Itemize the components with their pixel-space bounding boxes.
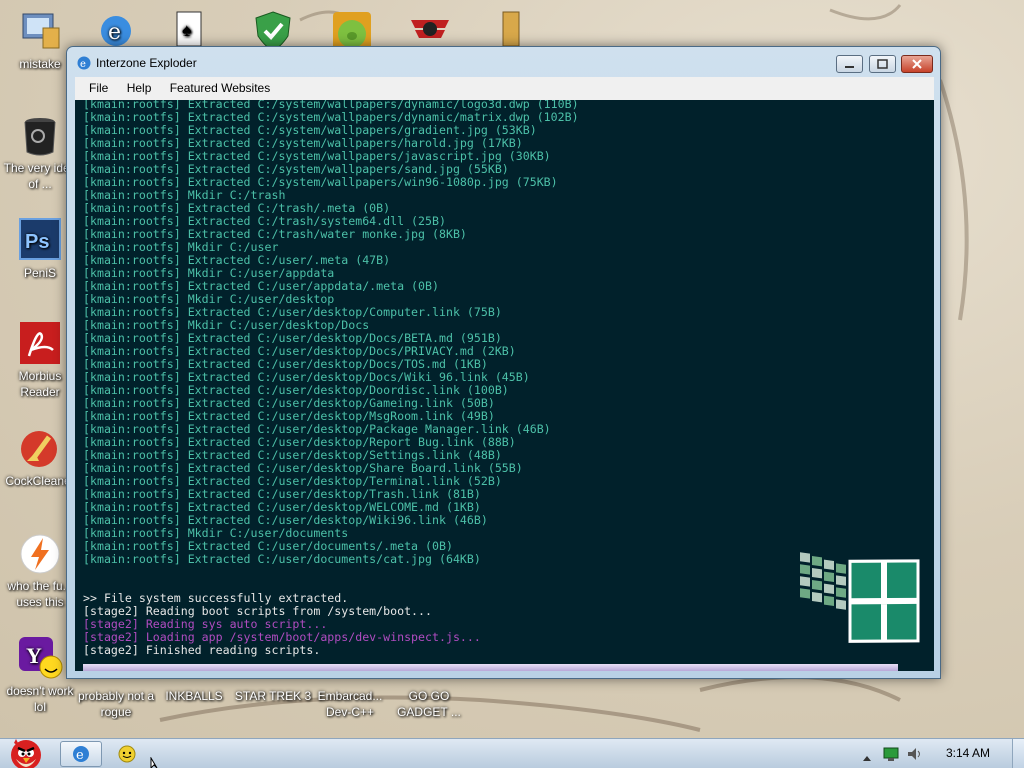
angry-bird-icon bbox=[11, 739, 41, 768]
desktop-icon-dev-cpp[interactable]: Embarcad... Dev-C++ bbox=[310, 688, 390, 720]
desktop-icon-label: STAR TREK 3 bbox=[234, 689, 312, 703]
trash-can-icon bbox=[17, 112, 63, 158]
desktop-icon-not-a-rogue[interactable]: probably not a rogue bbox=[76, 688, 156, 720]
desktop-icon-label: INKBALLS bbox=[165, 689, 223, 703]
speaker-icon bbox=[908, 748, 920, 760]
boot-console: [kmain:rootfs] Extracted C:/system/wallp… bbox=[75, 100, 934, 671]
svg-text:e: e bbox=[108, 20, 121, 45]
desktop-icon-label: GO GO GADGET ... bbox=[397, 689, 461, 719]
tray-show-hidden-button[interactable] bbox=[862, 748, 872, 767]
svg-text:Ps: Ps bbox=[25, 231, 49, 253]
pdf-reader-icon bbox=[17, 320, 63, 366]
taskbar-item-app[interactable] bbox=[112, 743, 142, 765]
start-button[interactable] bbox=[2, 733, 52, 768]
svg-text:e: e bbox=[80, 59, 86, 70]
lightning-bolt-icon bbox=[17, 530, 63, 576]
menu-bar: File Help Featured Websites bbox=[75, 77, 934, 100]
desktop-icon-label: Embarcad... Dev-C++ bbox=[317, 689, 383, 719]
internet-explorer-icon: e bbox=[76, 55, 92, 71]
internet-explorer-icon: e bbox=[73, 746, 89, 763]
menu-help[interactable]: Help bbox=[119, 77, 159, 95]
tray-volume[interactable] bbox=[906, 746, 924, 766]
console-line: [kmain:rootfs] Extracted C:/user/documen… bbox=[83, 552, 481, 566]
menu-featured-websites[interactable]: Featured Websites bbox=[162, 77, 278, 95]
console-line: [stage2] Finished reading scripts. bbox=[83, 643, 321, 657]
desktop-icon-inkballs[interactable]: INKBALLS bbox=[154, 688, 234, 704]
close-icon bbox=[912, 59, 922, 69]
cleaner-broom-icon bbox=[17, 425, 63, 471]
network-icon bbox=[883, 747, 899, 761]
windows96-logo-icon bbox=[800, 552, 920, 643]
photoshop-icon: Ps bbox=[17, 217, 63, 263]
taskbar: e 3:14 AM bbox=[0, 738, 1024, 768]
svg-text:♠: ♠ bbox=[182, 20, 192, 40]
close-button[interactable] bbox=[901, 55, 933, 73]
browser-window: e Interzone Exploder File Help Featured … bbox=[66, 46, 941, 679]
console-log: [kmain:rootfs] Extracted C:/system/wallp… bbox=[83, 100, 579, 657]
boot-progress-bar bbox=[83, 664, 898, 671]
minimize-button[interactable] bbox=[836, 55, 863, 73]
smiley-app-icon bbox=[118, 745, 136, 763]
svg-text:Y: Y bbox=[26, 643, 42, 668]
desktop-icon-star-trek-3[interactable]: STAR TREK 3 bbox=[233, 688, 313, 720]
show-desktop-button[interactable] bbox=[1012, 739, 1024, 768]
taskbar-clock[interactable]: 3:14 AM bbox=[946, 746, 990, 760]
computer-icon bbox=[17, 8, 63, 54]
desktop-icon-label: doesn't work lol bbox=[6, 684, 74, 714]
svg-text:e: e bbox=[76, 748, 84, 763]
taskbar-item-browser[interactable]: e bbox=[60, 741, 102, 767]
desktop-icon-label: probably not a rogue bbox=[77, 689, 155, 719]
triangle-up-icon bbox=[863, 756, 871, 761]
desktop-icon-go-go-gadget[interactable]: GO GO GADGET ... bbox=[389, 688, 469, 720]
tray-network[interactable] bbox=[882, 746, 900, 766]
maximize-icon bbox=[877, 59, 888, 69]
minimize-icon bbox=[845, 66, 854, 68]
menu-file[interactable]: File bbox=[75, 77, 115, 95]
maximize-button[interactable] bbox=[869, 55, 896, 73]
mouse-cursor-icon bbox=[150, 757, 158, 768]
yahoo-messenger-icon: Y bbox=[17, 635, 63, 681]
window-title: Interzone Exploder bbox=[96, 56, 197, 70]
window-titlebar[interactable]: e Interzone Exploder bbox=[67, 47, 940, 77]
